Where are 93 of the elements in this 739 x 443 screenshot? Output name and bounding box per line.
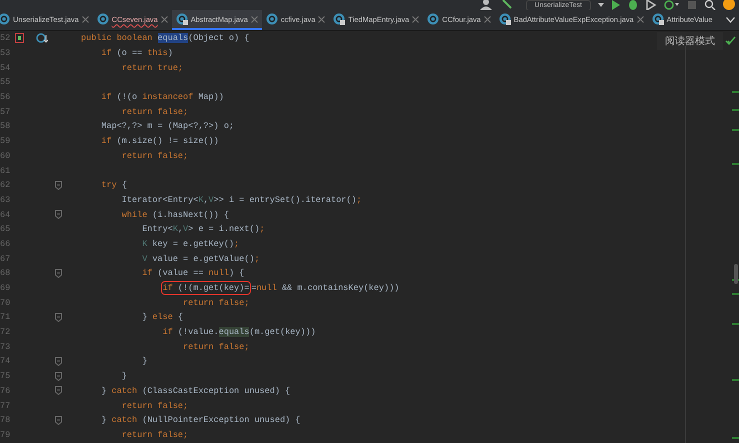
line-number: 68 [0,268,12,278]
code-line: if (!(o instanceof Map)) [100,92,224,102]
code-line: if (!(m.get(key)= =null && m.containsKey(key))) [162,283,400,294]
line-number: 70 [0,298,12,308]
code-line: try { [100,180,127,190]
check-icon [725,36,736,45]
code-line: return false; [120,400,188,411]
change-marker [732,293,739,294]
code-line: if (m.size() != size()) [100,136,219,146]
chevron-down-icon[interactable] [726,17,735,23]
code-line: } else { [141,312,184,322]
change-marker [732,323,739,324]
line-number: 55 [0,77,12,88]
code-line: } catch (ClassCastException unused) { [100,386,290,396]
line-number: 66 [0,238,12,249]
class-file-icon [96,13,109,25]
line-number: 77 [0,400,12,411]
change-marker [732,129,739,130]
close-icon[interactable] [412,16,420,22]
code-line: } [120,371,127,382]
close-icon[interactable] [318,16,326,22]
fold-icon[interactable] [55,312,62,322]
code-line: while (i.hasNext()) { [120,210,229,220]
change-marker [732,163,739,164]
class-file-icon [427,13,440,25]
override-icon[interactable] [36,33,48,44]
stop-icon[interactable] [687,0,697,10]
reader-mode-button[interactable]: 阅读器模式 [657,32,723,50]
line-number: 56 [0,92,12,102]
line-number: 75 [0,371,12,382]
code-line: Iterator<Entry<K,V>> i = entrySet().iterator(); [120,194,362,205]
code-line: if (o == this) [100,48,173,58]
close-icon[interactable] [484,16,491,22]
code-line: V value = e.getValue(); [141,254,260,264]
line-number: 74 [0,356,12,366]
line-number: 71 [0,312,12,322]
line-number: 53 [0,48,12,58]
search-icon[interactable] [704,0,716,10]
line-number: 67 [0,254,12,264]
code-line: return false; [120,106,188,117]
line-number: 76 [0,386,12,396]
change-marker [732,109,739,110]
class-file-lock-icon [333,13,346,25]
class-file-lock-icon [498,13,511,25]
line-number: 65 [0,224,12,234]
code-line: return false; [182,342,250,352]
fold-icon[interactable] [55,210,62,220]
fold-icon[interactable] [55,356,62,366]
line-number: 73 [0,342,12,352]
fold-icon[interactable] [55,372,62,381]
line-number: 61 [0,166,12,176]
code-line: return false; [120,150,188,161]
line-number: 57 [0,106,12,117]
line-number: 72 [0,327,12,338]
fold-icon[interactable] [55,268,62,278]
change-marker [732,379,739,380]
line-number: 54 [0,62,12,73]
class-file-lock-icon [176,13,188,25]
line-number: 79 [0,430,12,440]
line-number: 58 [0,121,12,132]
code-line: K key = e.getKey(); [141,238,240,249]
code-line: } catch (NullPointerException unused) { [100,415,300,426]
change-marker [732,437,739,438]
line-number: 78 [0,415,12,426]
class-file-icon [266,13,278,25]
line-number: 59 [0,136,12,146]
line-number: 64 [0,210,12,220]
fold-icon[interactable] [55,386,62,396]
caret-icon[interactable] [598,3,604,7]
code-line: Entry<K,V> e = i.next(); [141,224,265,234]
line-number: 52 [0,33,12,44]
code-line: return false; [182,298,250,308]
user-icon[interactable] [480,0,494,10]
code-line: return true; [120,62,184,73]
change-marker [732,91,739,92]
close-icon[interactable] [636,16,644,22]
code-line: if (value == null) { [141,268,244,278]
scrollbar-thumb[interactable] [734,264,738,284]
line-number: 69 [0,283,12,294]
close-icon[interactable] [160,16,168,22]
line-number: 62 [0,180,12,190]
class-file-lock-icon [652,13,664,25]
close-icon[interactable] [82,16,89,22]
line-number: 63 [0,194,12,205]
code-line: public boolean equals(Object o) { [81,33,250,44]
close-icon[interactable] [250,16,258,22]
code-line: } [141,356,148,366]
line-number: 60 [0,150,12,161]
code-line: if (!value.equals(m.get(key))) [162,327,316,338]
code-line: return false; [120,430,188,440]
fold-icon[interactable] [55,180,62,190]
fold-icon[interactable] [55,416,62,425]
code-line: Map<?,?> m = (Map<?,?>) o; [100,121,234,132]
